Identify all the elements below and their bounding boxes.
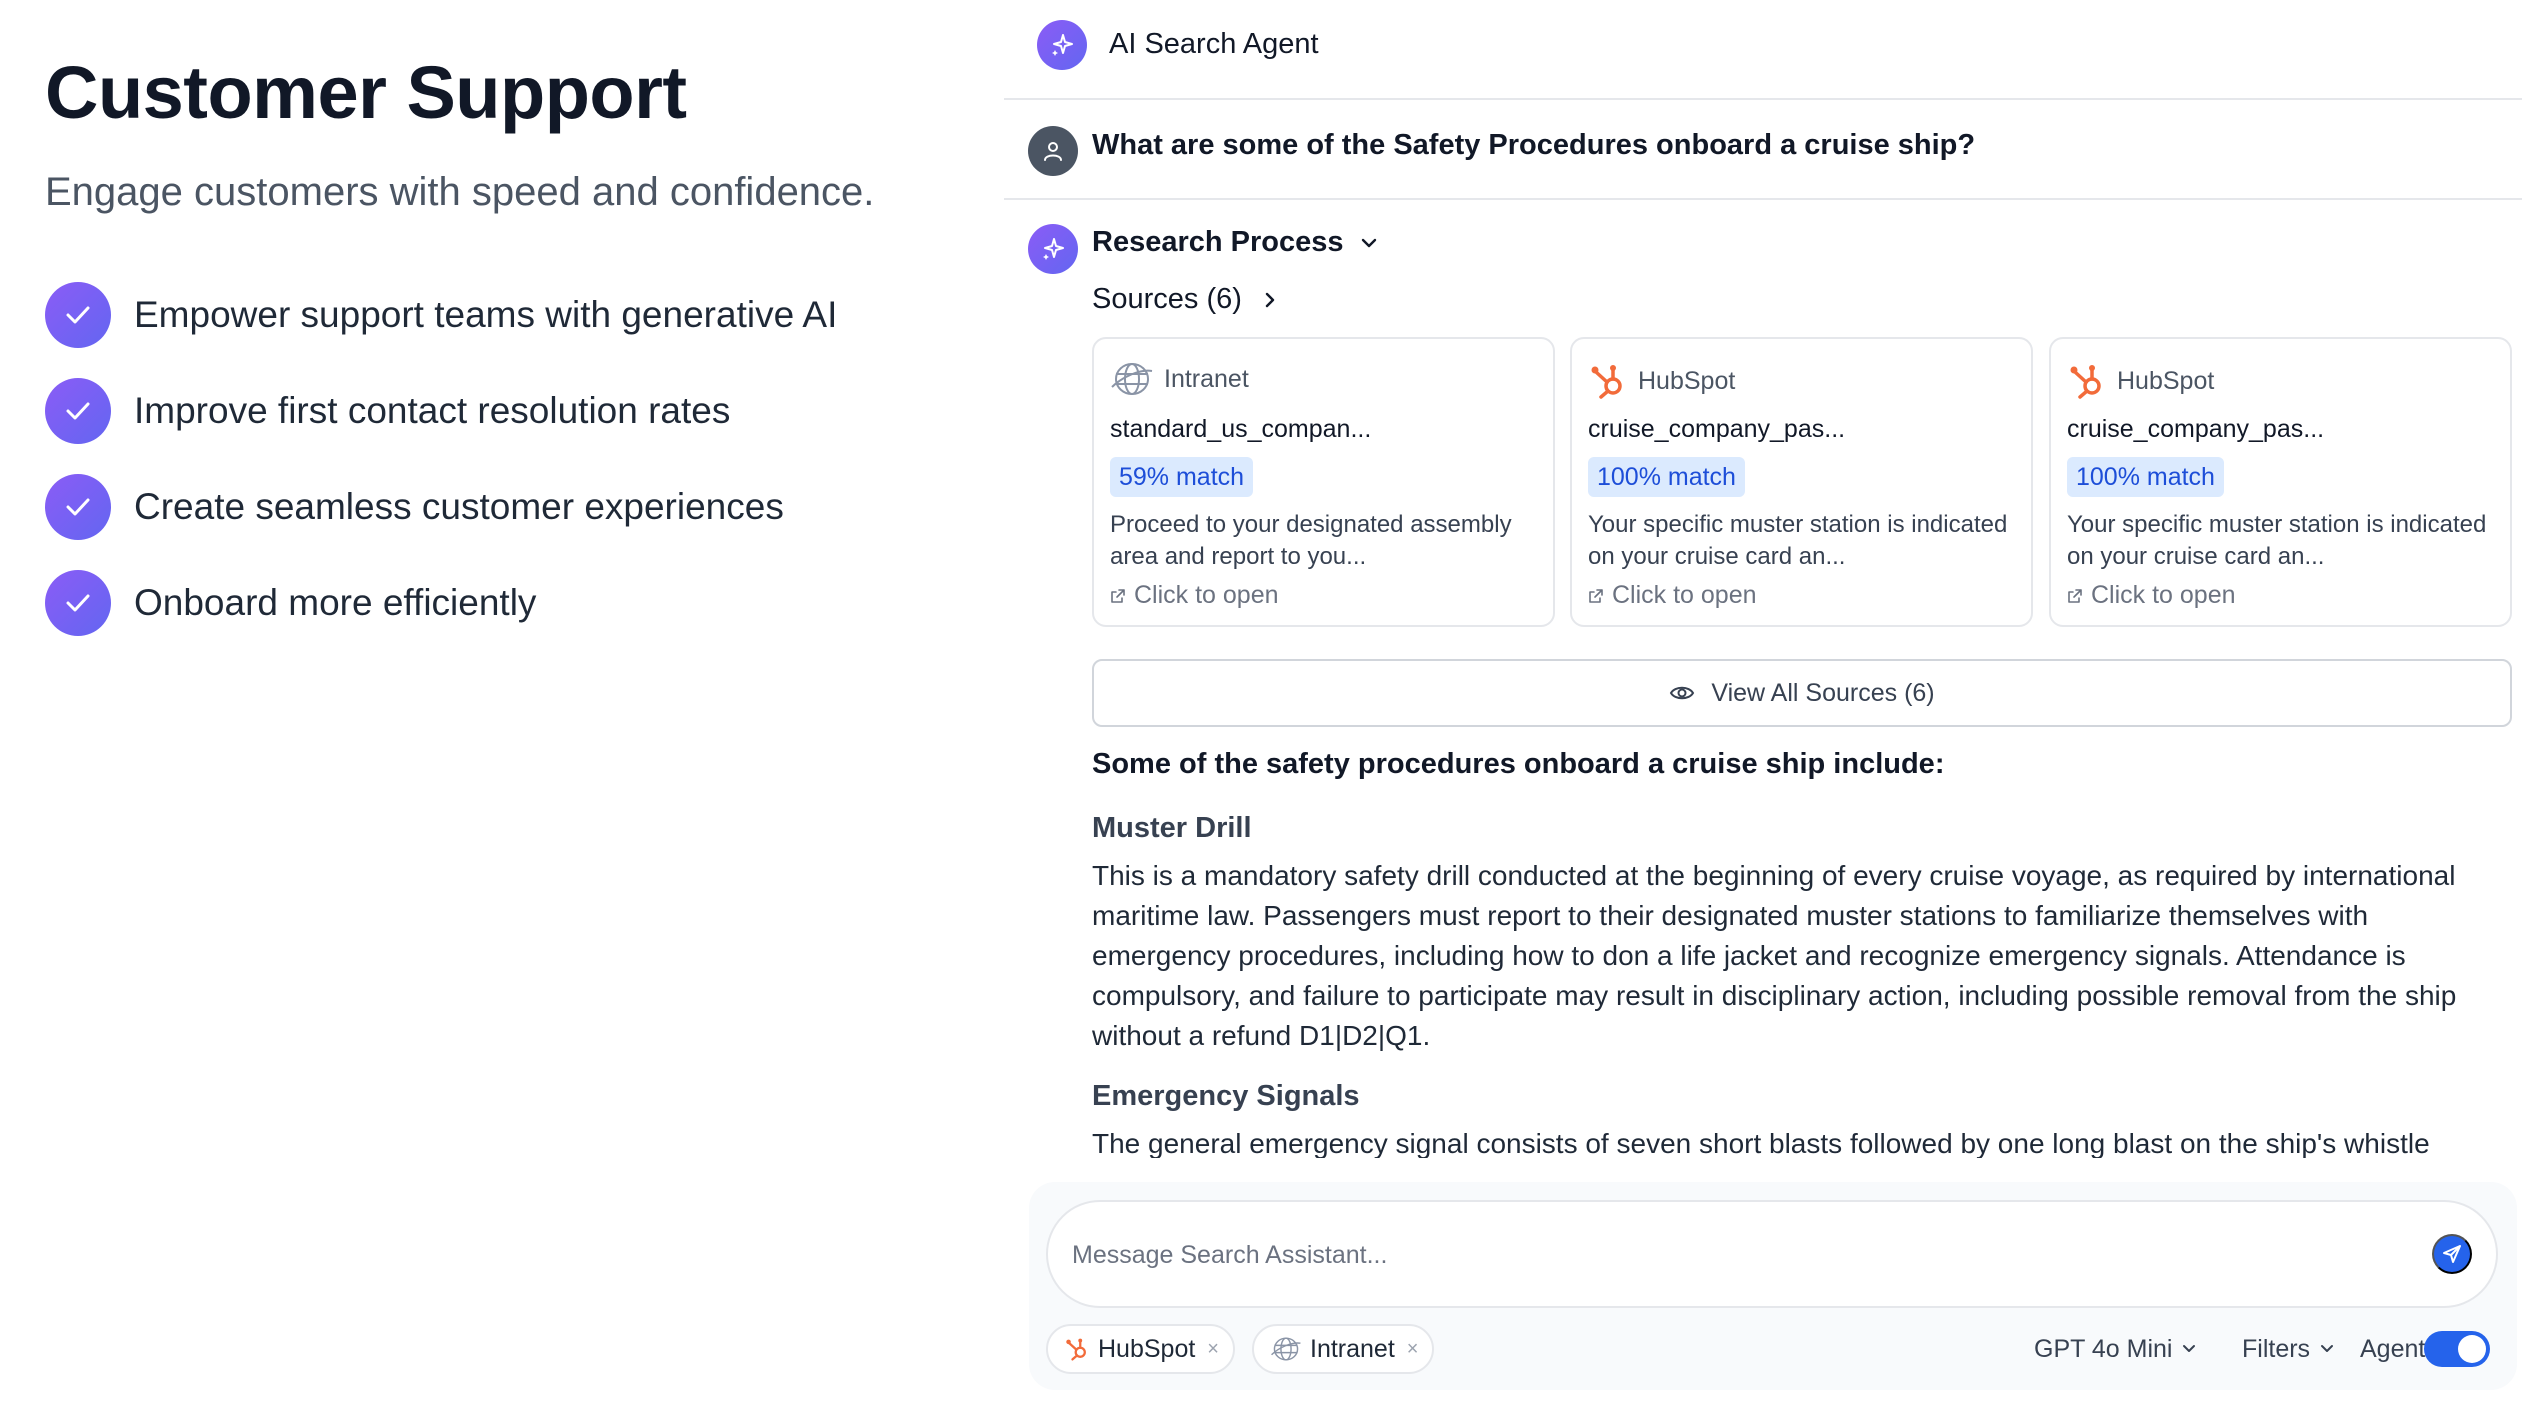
- view-all-sources-label: View All Sources (6): [1711, 678, 1935, 707]
- checkmark-icon: [45, 282, 111, 348]
- source-card[interactable]: HubSpot cruise_company_pas... 100% match…: [1570, 337, 2033, 627]
- feature-item: Empower support teams with generative AI: [45, 282, 837, 348]
- source-filename: standard_us_compan...: [1110, 415, 1372, 443]
- source-card[interactable]: Intranet standard_us_compan... 59% match…: [1092, 337, 1555, 627]
- chip-label: HubSpot: [1098, 1334, 1196, 1363]
- research-process-toggle[interactable]: Research Process: [1092, 226, 1378, 259]
- answer-intro: Some of the safety procedures onboard a …: [1092, 748, 1945, 780]
- source-snippet: Your specific muster station is indicate…: [1588, 511, 2008, 570]
- chevron-down-icon: [2183, 1345, 2196, 1352]
- send-icon: [2443, 1245, 2461, 1263]
- feature-item: Create seamless customer experiences: [45, 474, 837, 540]
- page-subtitle: Engage customers with speed and confiden…: [45, 170, 875, 214]
- source-provider: Intranet: [1110, 361, 1249, 397]
- feature-list: Empower support teams with generative AI…: [45, 282, 837, 666]
- checkmark-icon: [45, 378, 111, 444]
- source-cards: Intranet standard_us_compan... 59% match…: [1092, 337, 2512, 627]
- open-source-link[interactable]: Click to open: [2067, 581, 2236, 610]
- source-provider: HubSpot: [1588, 361, 1735, 401]
- checkmark-icon: [45, 570, 111, 636]
- source-filename: cruise_company_pas...: [1588, 415, 1846, 443]
- external-link-icon: [1589, 588, 1603, 603]
- research-process-label: Research Process: [1092, 226, 1344, 258]
- source-card[interactable]: HubSpot cruise_company_pas... 100% match…: [2049, 337, 2512, 627]
- close-icon[interactable]: ×: [1407, 1338, 1419, 1361]
- globe-icon: [1271, 1337, 1301, 1361]
- chip-label: Intranet: [1310, 1334, 1395, 1363]
- hubspot-icon: [1066, 1338, 1086, 1361]
- source-provider: HubSpot: [2067, 361, 2214, 401]
- toggle-knob: [2458, 1335, 2486, 1363]
- source-provider-label: Intranet: [1164, 364, 1249, 393]
- match-badge: 59% match: [1110, 457, 1254, 497]
- source-chip-intranet[interactable]: Intranet ×: [1252, 1324, 1435, 1374]
- send-button[interactable]: [2432, 1234, 2472, 1274]
- answer-section-heading: Muster Drill: [1092, 812, 1252, 844]
- hubspot-icon: [2070, 365, 2101, 399]
- globe-icon: [1111, 363, 1153, 395]
- open-source-label: Click to open: [2091, 581, 2236, 609]
- agent-mode-toggle[interactable]: [2424, 1331, 2490, 1367]
- eye-icon: [1670, 686, 1695, 700]
- sparkle-icon: [1037, 20, 1087, 70]
- checkmark-icon: [45, 474, 111, 540]
- feature-text: Create seamless customer experiences: [134, 486, 784, 527]
- source-snippet: Proceed to your designated assembly area…: [1110, 511, 1512, 570]
- sparkle-icon: [1028, 224, 1078, 274]
- agent-mode-label-wrap: Agent: [2360, 1324, 2425, 1374]
- open-source-label: Click to open: [1612, 581, 1757, 609]
- hubspot-icon: [1591, 365, 1622, 399]
- message-input[interactable]: [1072, 1230, 2392, 1280]
- assistant-response[interactable]: Research Process Sources (6) Intranet st…: [1004, 200, 2522, 1158]
- sources-toggle[interactable]: Sources (6): [1092, 283, 1276, 316]
- page-title: Customer Support: [45, 51, 687, 134]
- external-link-icon: [2068, 588, 2082, 603]
- source-filename: cruise_company_pas...: [2067, 415, 2325, 443]
- feature-item: Improve first contact resolution rates: [45, 378, 837, 444]
- open-source-link[interactable]: Click to open: [1588, 581, 1757, 610]
- composer-area: HubSpot × Intranet × GPT 4o Mini Filters…: [1029, 1182, 2517, 1390]
- model-label: GPT 4o Mini: [2034, 1334, 2173, 1363]
- source-provider-label: HubSpot: [2117, 366, 2215, 395]
- answer-section-heading: Emergency Signals: [1092, 1080, 1360, 1112]
- composer-toolbar: HubSpot × Intranet × GPT 4o Mini Filters…: [1046, 1324, 2498, 1374]
- chevron-down-icon: [1361, 238, 1376, 247]
- answer-body: Some of the safety procedures onboard a …: [1092, 748, 2512, 1158]
- user-message: What are some of the Safety Procedures o…: [1004, 100, 2522, 200]
- agent-header: AI Search Agent: [1004, 0, 2522, 100]
- view-all-sources-button[interactable]: View All Sources (6): [1092, 659, 2512, 727]
- agent-mode-label: Agent: [2360, 1334, 2426, 1363]
- external-link-icon: [1111, 588, 1125, 603]
- sources-label: Sources (6): [1092, 283, 1242, 315]
- chevron-right-icon: [1265, 292, 1275, 307]
- user-question: What are some of the Safety Procedures o…: [1092, 129, 1976, 161]
- chevron-down-icon: [2321, 1345, 2334, 1352]
- user-avatar-icon: [1028, 126, 1078, 176]
- model-selector[interactable]: GPT 4o Mini: [2034, 1324, 2196, 1374]
- match-badge: 100% match: [1588, 457, 1745, 497]
- feature-text: Empower support teams with generative AI: [134, 294, 838, 335]
- close-icon[interactable]: ×: [1207, 1338, 1219, 1361]
- source-provider-label: HubSpot: [1638, 366, 1736, 395]
- answer-section-body: The general emergency signal consists of…: [1092, 1128, 2430, 1158]
- filters-dropdown[interactable]: Filters: [2242, 1324, 2334, 1374]
- agent-title: AI Search Agent: [1109, 28, 1319, 60]
- open-source-label: Click to open: [1134, 581, 1279, 609]
- feature-text: Improve first contact resolution rates: [134, 390, 731, 431]
- source-chip-hubspot[interactable]: HubSpot ×: [1046, 1324, 1235, 1374]
- feature-item: Onboard more efficiently: [45, 570, 837, 636]
- filters-label: Filters: [2242, 1334, 2311, 1363]
- message-composer: [1046, 1200, 2498, 1308]
- source-snippet: Your specific muster station is indicate…: [2067, 511, 2487, 570]
- match-badge: 100% match: [2067, 457, 2224, 497]
- open-source-link[interactable]: Click to open: [1110, 581, 1279, 610]
- chat-panel: AI Search Agent What are some of the Saf…: [1004, 0, 2522, 1402]
- hero-panel: Customer Support Engage customers with s…: [0, 0, 1000, 1402]
- answer-section-body: This is a mandatory safety drill conduct…: [1092, 860, 2457, 1051]
- feature-text: Onboard more efficiently: [134, 582, 537, 623]
